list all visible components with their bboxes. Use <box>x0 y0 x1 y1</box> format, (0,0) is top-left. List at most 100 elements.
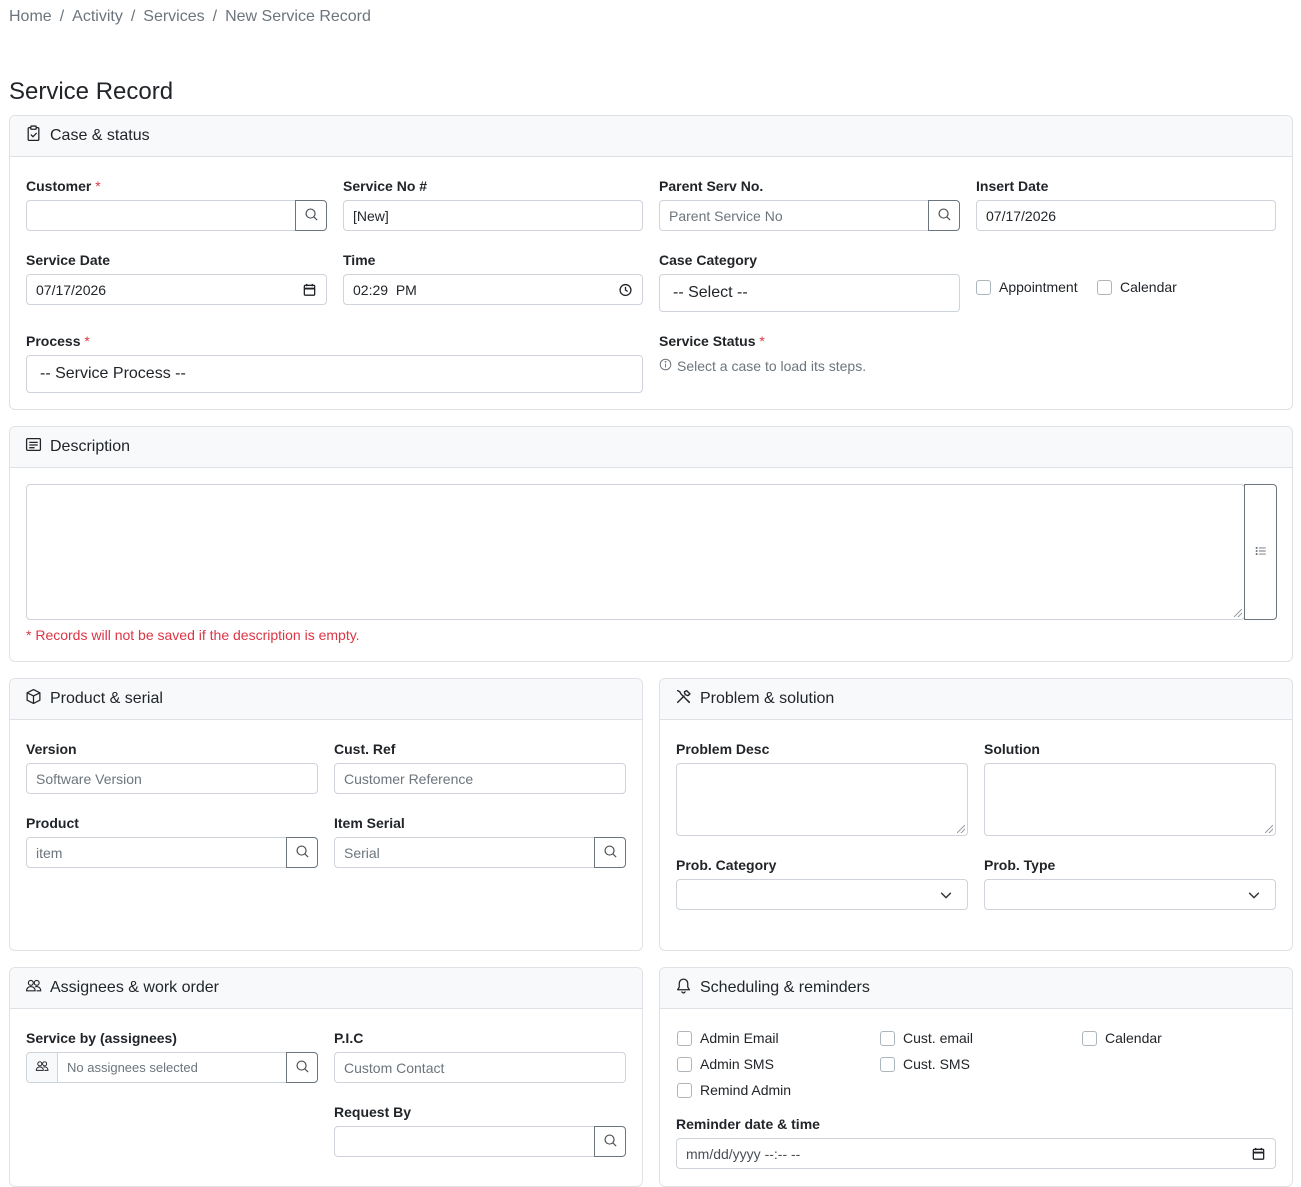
insert-date-input[interactable]: 07/17/2026 <box>976 200 1276 231</box>
process-select[interactable]: -- Service Process -- <box>26 355 643 393</box>
clipboard-icon <box>25 125 42 147</box>
checkbox-box[interactable] <box>677 1030 692 1046</box>
checkbox-box[interactable] <box>677 1056 692 1072</box>
parent-serv-search-button[interactable] <box>928 200 960 231</box>
search-icon <box>295 1059 310 1077</box>
admin-sms-checkbox[interactable]: Admin SMS <box>677 1056 774 1072</box>
product-serial-header: Product & serial <box>10 679 642 720</box>
remind-admin-checkbox[interactable]: Remind Admin <box>677 1082 791 1098</box>
checkbox-box[interactable] <box>677 1082 692 1098</box>
service-by-label: Service by (assignees) <box>26 1030 177 1046</box>
version-input[interactable]: Software Version <box>26 763 318 794</box>
problem-desc-label: Problem Desc <box>676 741 770 757</box>
case-category-label: Case Category <box>659 252 758 268</box>
breadcrumb-current: New Service Record <box>225 8 371 25</box>
resize-handle[interactable] <box>957 825 965 833</box>
service-date-label: Service Date <box>26 252 111 268</box>
people-icon <box>35 1059 49 1076</box>
product-label: Product <box>26 815 79 831</box>
product-search-button[interactable] <box>286 837 318 868</box>
cust-ref-label: Cust. Ref <box>334 741 396 757</box>
pic-input[interactable]: Custom Contact <box>334 1052 626 1083</box>
description-textarea[interactable] <box>26 484 1245 620</box>
admin-email-checkbox[interactable]: Admin Email <box>677 1030 779 1046</box>
description-warning: * Records will not be saved if the descr… <box>26 627 360 643</box>
prob-category-label: Prob. Category <box>676 857 777 873</box>
calendar-icon[interactable] <box>302 282 317 297</box>
scheduling-title: Scheduling & reminders <box>700 979 870 996</box>
appointment-label: Appointment <box>999 279 1078 295</box>
checkbox-box[interactable] <box>880 1030 895 1046</box>
resize-handle[interactable] <box>1265 825 1273 833</box>
breadcrumb: Home / Activity / Services / New Service… <box>9 8 371 26</box>
problem-solution-title: Problem & solution <box>700 690 835 707</box>
cust-sms-checkbox[interactable]: Cust. SMS <box>880 1056 970 1072</box>
time-input[interactable]: 02:29 PM <box>343 274 643 305</box>
assignees-input[interactable]: No assignees selected <box>57 1052 287 1083</box>
breadcrumb-activity[interactable]: Activity <box>72 8 123 26</box>
checkbox-box[interactable] <box>1082 1030 1097 1046</box>
description-header: Description <box>10 427 1292 468</box>
calendar-checkbox[interactable]: Calendar <box>1097 279 1177 295</box>
description-card: Description * Records will not be saved … <box>9 426 1293 662</box>
item-serial-search-button[interactable] <box>594 837 626 868</box>
search-icon <box>603 844 618 862</box>
solution-textarea[interactable] <box>984 763 1276 836</box>
tools-icon <box>675 688 692 710</box>
list-icon <box>1254 544 1268 561</box>
breadcrumb-home[interactable]: Home <box>9 8 52 26</box>
problem-desc-textarea[interactable] <box>676 763 968 836</box>
calendar-icon[interactable] <box>1251 1146 1266 1161</box>
insert-date-label: Insert Date <box>976 178 1049 194</box>
clock-icon[interactable] <box>618 282 633 297</box>
description-template-button[interactable] <box>1244 484 1277 620</box>
checkbox-box[interactable] <box>880 1056 895 1072</box>
service-status-label: Service Status * <box>659 333 765 349</box>
reminder-label: Reminder date & time <box>676 1116 820 1132</box>
scheduling-header: Scheduling & reminders <box>660 968 1292 1009</box>
resize-handle[interactable] <box>1234 609 1242 617</box>
search-icon <box>295 844 310 862</box>
request-by-search-button[interactable] <box>594 1126 626 1157</box>
customer-input[interactable] <box>26 200 296 231</box>
request-by-label: Request By <box>334 1104 412 1120</box>
reminder-datetime-input[interactable]: mm/dd/yyyy --:-- -- <box>676 1138 1276 1169</box>
time-value: 02:29 PM <box>353 281 417 298</box>
prob-category-select[interactable] <box>676 879 968 910</box>
process-label: Process * <box>26 333 90 349</box>
breadcrumb-separator: / <box>59 8 65 25</box>
scheduling-card: Scheduling & reminders Admin Email Cust.… <box>659 967 1293 1187</box>
product-serial-card: Product & serial Version Software Versio… <box>9 678 643 951</box>
item-serial-label: Item Serial <box>334 815 405 831</box>
assignees-search-button[interactable] <box>286 1052 318 1083</box>
breadcrumb-separator: / <box>130 8 136 25</box>
checkbox-box[interactable] <box>1097 279 1112 295</box>
service-no-input[interactable]: [New] <box>343 200 643 231</box>
case-status-title: Case & status <box>50 127 150 144</box>
cust-ref-input[interactable]: Customer Reference <box>334 763 626 794</box>
parent-serv-input[interactable]: Parent Service No <box>659 200 929 231</box>
card-text-icon <box>25 436 42 458</box>
appointment-checkbox[interactable]: Appointment <box>976 279 1078 295</box>
breadcrumb-services[interactable]: Services <box>143 8 204 26</box>
customer-search-button[interactable] <box>295 200 327 231</box>
assignees-title: Assignees & work order <box>50 979 219 996</box>
checkbox-box[interactable] <box>976 279 991 295</box>
service-date-input[interactable]: 07/17/2026 <box>26 274 327 305</box>
request-by-input[interactable] <box>334 1126 595 1157</box>
bell-icon <box>675 977 692 999</box>
case-category-select[interactable]: -- Select -- <box>659 274 960 312</box>
cust-email-checkbox[interactable]: Cust. email <box>880 1030 973 1046</box>
item-serial-input[interactable]: Serial <box>334 837 595 868</box>
customer-label: Customer * <box>26 178 101 194</box>
version-label: Version <box>26 741 77 757</box>
parent-serv-label: Parent Serv No. <box>659 178 764 194</box>
description-title: Description <box>50 438 131 455</box>
breadcrumb-separator: / <box>212 8 218 25</box>
case-status-header: Case & status <box>10 116 1292 157</box>
prob-type-select[interactable] <box>984 879 1276 910</box>
calendar-reminder-checkbox[interactable]: Calendar <box>1082 1030 1162 1046</box>
calendar-label: Calendar <box>1120 279 1177 295</box>
product-input[interactable]: item <box>26 837 287 868</box>
search-icon <box>603 1133 618 1151</box>
